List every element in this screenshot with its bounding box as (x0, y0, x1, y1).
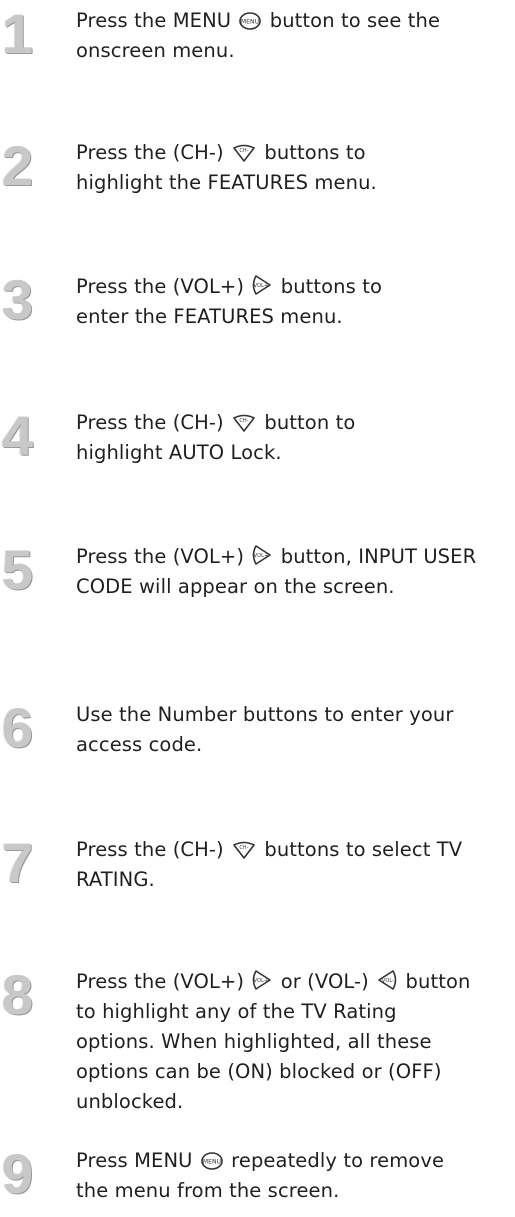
ch-minus-button-icon: CH- (232, 841, 256, 859)
svg-text:CH-: CH- (239, 148, 248, 154)
ch-minus-button-icon: CH- (232, 414, 256, 432)
step-text: Press the (CH-) CH- buttons to select TV… (76, 838, 463, 891)
step-number: 5 (2, 538, 33, 601)
step-text: Press the MENU MENU button to see the on… (76, 9, 441, 62)
vol-plus-button-icon: VOL+ (252, 274, 272, 296)
svg-text:CH-: CH- (239, 418, 248, 424)
svg-text:CH-: CH- (239, 845, 248, 851)
step-text: Press the (CH-) CH- button to highlight … (76, 411, 356, 464)
step-text: Press the (VOL+) VOL+ button, INPUT USER… (76, 544, 477, 598)
vol-minus-button-icon: VOL- (377, 969, 397, 991)
menu-button-icon: MENU (201, 1152, 223, 1170)
svg-text:VOL+: VOL+ (254, 978, 269, 984)
step-text: Use the Number buttons to enter your acc… (76, 703, 454, 756)
step-number: 3 (2, 268, 33, 331)
step-text: Press MENU MENU repeatedly to remove the… (76, 1149, 445, 1202)
menu-button-icon: MENU (239, 12, 262, 30)
ch-minus-button-icon: CH- (232, 144, 256, 162)
svg-text:MENU: MENU (203, 1159, 221, 1166)
step-text: Press the (VOL+) VOL+ buttons to enter t… (76, 274, 382, 328)
svg-text:VOL+: VOL+ (254, 283, 269, 289)
step-number: 4 (2, 404, 33, 467)
step-number: 7 (2, 831, 33, 894)
vol-plus-button-icon: VOL+ (252, 544, 272, 566)
step-number: 2 (2, 134, 33, 197)
step-number: 1 (2, 2, 33, 65)
step-text: Press the (CH-) CH- buttons to highlight… (76, 141, 377, 194)
svg-text:VOL-: VOL- (382, 978, 394, 984)
step-number: 6 (2, 696, 33, 759)
step-number: 8 (2, 963, 33, 1026)
step-number: 9 (2, 1142, 33, 1205)
svg-text:MENU: MENU (241, 19, 259, 26)
svg-text:VOL+: VOL+ (254, 553, 269, 559)
vol-plus-button-icon: VOL+ (252, 969, 272, 991)
step-text: Press the (VOL+) VOL+ or (VOL-) VOL- but… (76, 969, 471, 1113)
